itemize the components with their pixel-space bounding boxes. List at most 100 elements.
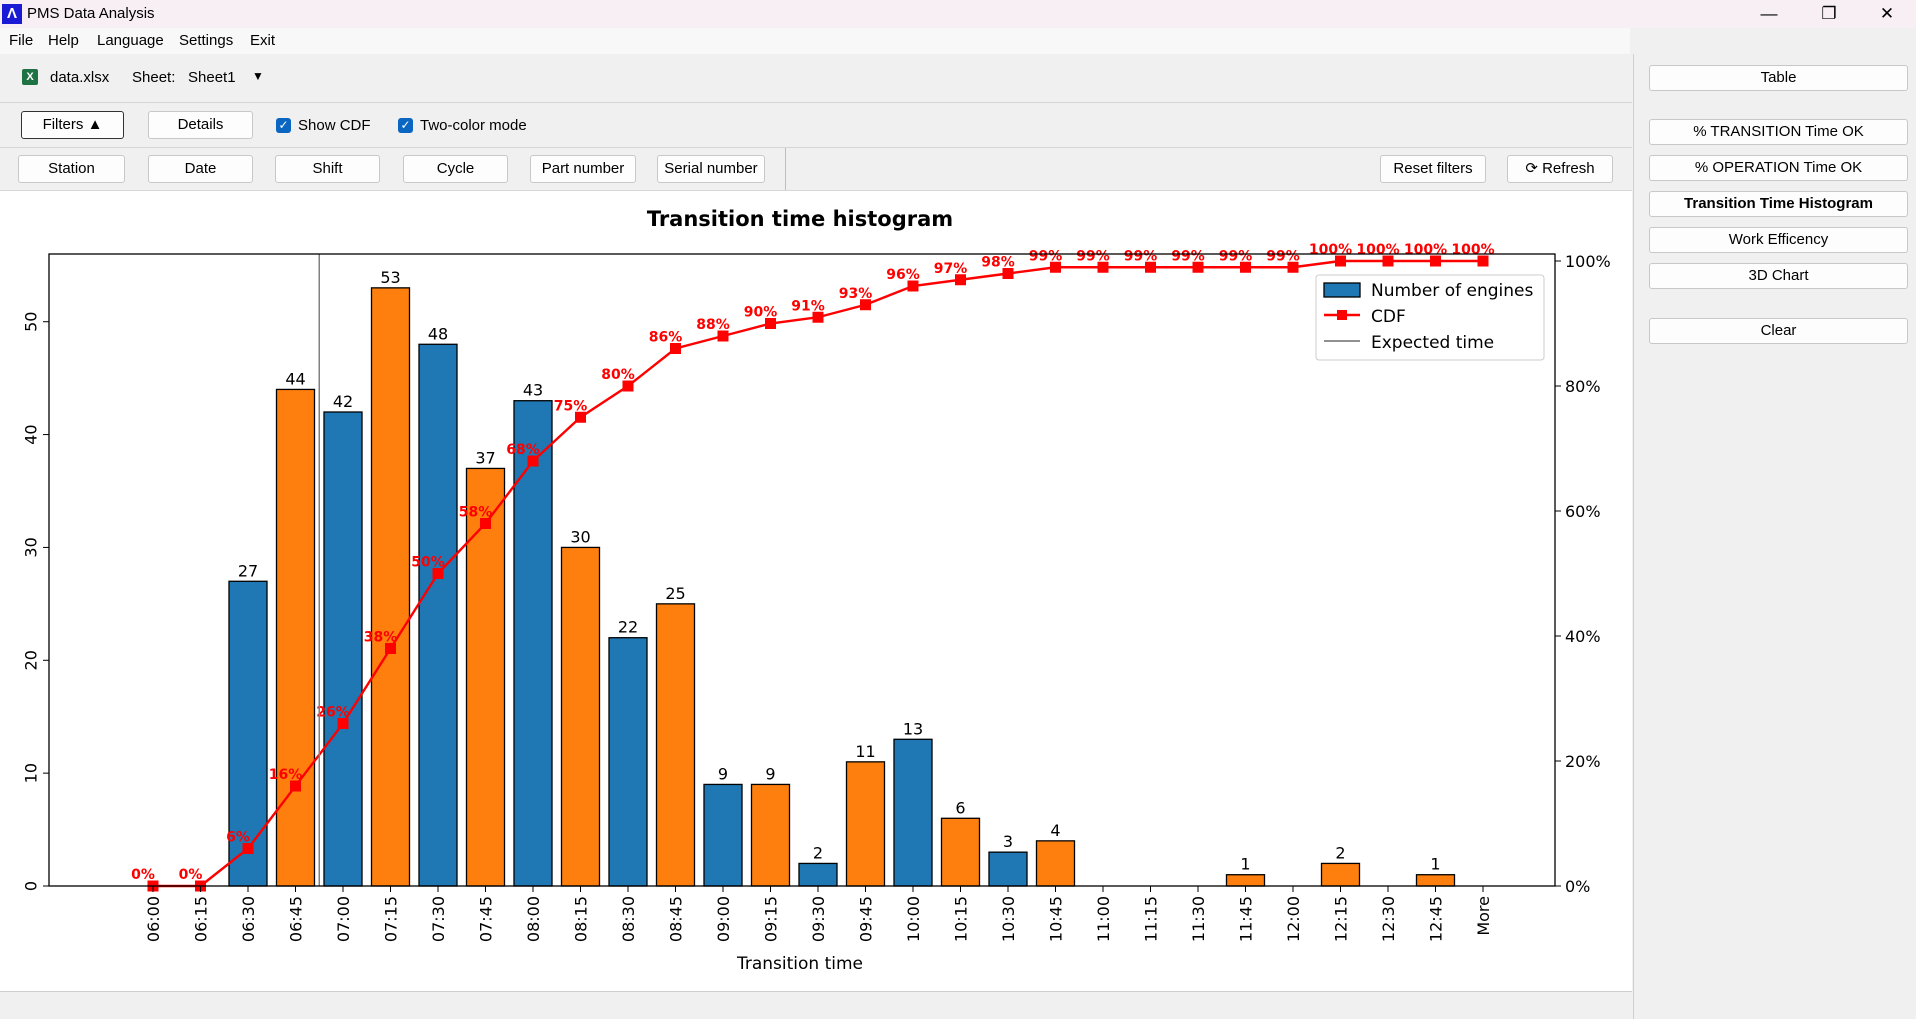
- cdf-value-label: 100%: [1404, 242, 1447, 258]
- bar-value-label: 13: [903, 719, 923, 738]
- histogram-bar: [370, 287, 411, 887]
- options-bar: Filters ▲ Details ✓ Show CDF ✓ Two-color…: [0, 103, 1632, 148]
- x-tick-label: 07:00: [334, 896, 353, 942]
- cdf-value-label: 75%: [554, 398, 588, 414]
- cdf-value-label: 91%: [791, 298, 825, 314]
- bar-value-label: 2: [813, 843, 823, 862]
- clear-button[interactable]: Clear: [1649, 318, 1908, 344]
- histogram-bar: [560, 546, 601, 887]
- bar-value-label: 27: [238, 561, 258, 580]
- histogram-bar: [845, 761, 886, 887]
- bar-value-label: 43: [523, 381, 543, 400]
- cdf-value-label: 26%: [316, 705, 350, 721]
- app-icon: Λ: [2, 4, 22, 24]
- bar-value-label: 2: [1335, 843, 1345, 862]
- y2-tick-label: 60%: [1565, 502, 1601, 521]
- x-tick-label: 12:15: [1332, 896, 1351, 942]
- cdf-value-label: 100%: [1309, 242, 1352, 258]
- x-tick-label: 10:00: [904, 896, 923, 942]
- file-bar: X data.xlsx Sheet: Sheet1 ▼: [0, 54, 1632, 103]
- y-tick-label: 0: [22, 881, 41, 891]
- cdf-value-label: 98%: [981, 255, 1015, 271]
- x-tick-label: More: [1474, 896, 1493, 936]
- transition-time-ok-button[interactable]: % TRANSITION Time OK: [1649, 119, 1908, 145]
- y-tick-label: 50: [22, 312, 41, 332]
- x-tick-label: 06:15: [192, 896, 211, 942]
- operation-time-ok-button[interactable]: % OPERATION Time OK: [1649, 155, 1908, 181]
- x-tick-label: 09:15: [762, 896, 781, 942]
- close-button[interactable]: ✕: [1867, 2, 1907, 26]
- details-button[interactable]: Details: [148, 111, 253, 139]
- histogram-bar: [275, 388, 316, 887]
- bar-value-label: 6: [955, 798, 965, 817]
- minimize-button[interactable]: —: [1749, 2, 1789, 26]
- bar-value-label: 3: [1003, 832, 1013, 851]
- cdf-value-label: 50%: [411, 555, 445, 571]
- histogram-bar: [323, 411, 363, 887]
- right-panel: Table % TRANSITION Time OK % OPERATION T…: [1633, 54, 1916, 1019]
- y2-tick-label: 80%: [1565, 377, 1601, 396]
- bar-value-label: 4: [1050, 821, 1060, 840]
- histogram-bar: [418, 343, 458, 887]
- chart-area: Transition time histogram 27 44 42 53 48 37 43…: [0, 191, 1632, 992]
- menu-language[interactable]: Language: [97, 32, 164, 49]
- show-cdf-checkbox[interactable]: ✓: [276, 118, 291, 133]
- two-color-label: Two-color mode: [420, 117, 527, 134]
- cdf-value-label: 93%: [839, 286, 873, 302]
- refresh-button[interactable]: ⟳ Refresh: [1507, 155, 1613, 183]
- filter-cycle-button[interactable]: Cycle: [403, 155, 508, 183]
- menu-file[interactable]: File: [9, 32, 33, 49]
- legend: Number of engines CDF Expected time: [1315, 274, 1545, 361]
- histogram-bar: [1225, 874, 1266, 887]
- histogram-bar: [465, 467, 506, 887]
- menu-settings[interactable]: Settings: [179, 32, 233, 49]
- filter-date-button[interactable]: Date: [148, 155, 253, 183]
- histogram-bar: [940, 817, 981, 887]
- bar-value-label: 22: [618, 618, 638, 637]
- legend-marker-cdf: [1337, 310, 1347, 320]
- chart-title: Transition time histogram: [647, 207, 953, 231]
- bar-value-label: 25: [665, 584, 685, 603]
- two-color-checkbox[interactable]: ✓: [398, 118, 413, 133]
- y-tick-label: 10: [22, 763, 41, 783]
- filter-shift-button[interactable]: Shift: [275, 155, 380, 183]
- y2-tick-label: 0%: [1565, 877, 1590, 896]
- bar-value-label: 11: [855, 742, 875, 761]
- y2-tick-label: 100%: [1565, 252, 1611, 271]
- x-tick-label: 07:30: [429, 896, 448, 942]
- x-tick-label: 12:45: [1427, 896, 1446, 942]
- table-button[interactable]: Table: [1649, 65, 1908, 91]
- chevron-down-icon[interactable]: ▼: [252, 69, 264, 83]
- work-efficiency-button[interactable]: Work Efficency: [1649, 227, 1908, 253]
- x-tick-label: 09:45: [857, 896, 876, 942]
- y2-tick-label: 20%: [1565, 752, 1601, 771]
- reset-filters-button[interactable]: Reset filters: [1380, 155, 1486, 183]
- transition-histogram-button[interactable]: Transition Time Histogram: [1649, 191, 1908, 217]
- x-tick-label: 06:45: [287, 896, 306, 942]
- filter-serial-number-button[interactable]: Serial number: [657, 155, 765, 183]
- sheet-select[interactable]: Sheet1: [188, 69, 236, 86]
- filter-station-button[interactable]: Station: [18, 155, 125, 183]
- cdf-value-label: 6%: [226, 830, 250, 846]
- cdf-value-label: 99%: [1029, 248, 1063, 264]
- bar-value-label: 37: [475, 448, 495, 467]
- cdf-value-label: 38%: [364, 630, 398, 646]
- legend-swatch-engines: [1323, 282, 1361, 298]
- bar-value-label: 1: [1240, 855, 1250, 874]
- y-tick-label: 20: [22, 650, 41, 670]
- menu-exit[interactable]: Exit: [250, 32, 275, 49]
- filter-part-number-button[interactable]: Part number: [530, 155, 636, 183]
- restore-button[interactable]: ❐: [1809, 2, 1849, 26]
- histogram-bar: [655, 603, 696, 887]
- bar-value-label: 1: [1430, 855, 1440, 874]
- histogram-bar: [893, 738, 933, 887]
- x-tick-label: 12:00: [1284, 896, 1303, 942]
- x-tick-label: 11:30: [1189, 896, 1208, 942]
- menu-help[interactable]: Help: [48, 32, 79, 49]
- bar-value-label: 9: [765, 764, 775, 783]
- histogram-bar: [1415, 874, 1456, 887]
- cdf-value-label: 97%: [934, 261, 968, 277]
- chart-3d-button[interactable]: 3D Chart: [1649, 263, 1908, 289]
- x-tick-label: 08:15: [572, 896, 591, 942]
- filters-toggle-button[interactable]: Filters ▲: [21, 111, 124, 139]
